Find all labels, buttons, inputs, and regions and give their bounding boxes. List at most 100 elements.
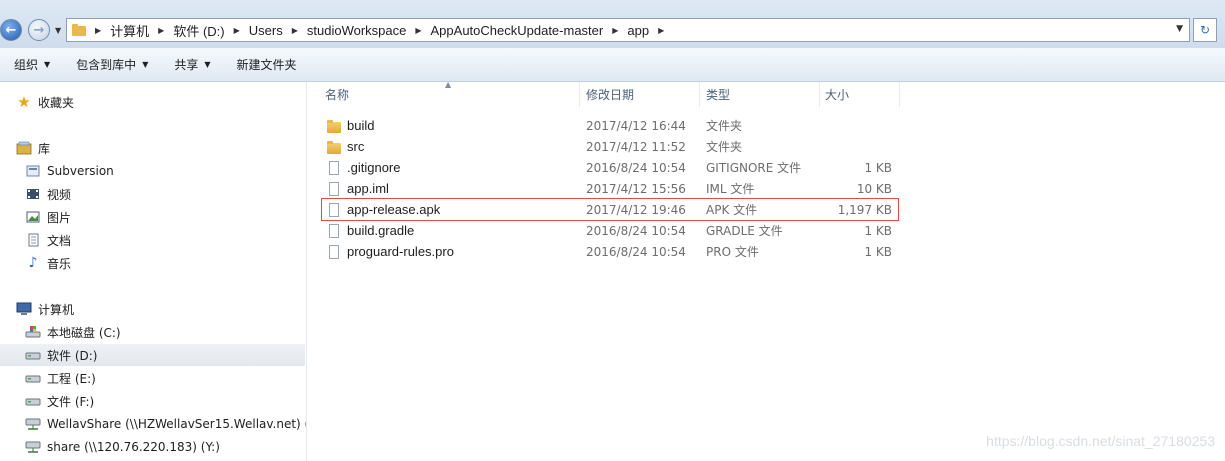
file-type: IML 文件 xyxy=(706,182,755,196)
file-name: build.gradle xyxy=(347,223,415,238)
file-name: .gitignore xyxy=(347,160,401,175)
nav-computer[interactable]: 计算机 xyxy=(16,298,74,320)
address-bar[interactable]: ▶ 计算机 ▶ 软件 (D:) ▶ Users ▶ studioWorkspac… xyxy=(66,18,1190,42)
file-size: 1 KB xyxy=(864,160,892,175)
folder-icon xyxy=(326,139,342,155)
new-folder-button[interactable]: 新建文件夹 xyxy=(224,48,310,81)
file-size: 1 KB xyxy=(864,223,892,238)
nav-network-drive-y[interactable]: share (\\120.76.220.183) (Y:) xyxy=(25,436,220,458)
share-button[interactable]: 共享 ▼ xyxy=(161,48,223,81)
column-header-name[interactable]: 名称 ▲ xyxy=(307,80,580,107)
column-header-date[interactable]: 修改日期 xyxy=(580,82,700,107)
chevron-right-icon[interactable]: ▶ xyxy=(158,26,164,35)
nav-lib-subversion-label: Subversion xyxy=(47,164,114,178)
nav-drive-c[interactable]: 本地磁盘 (C:) xyxy=(25,321,121,343)
nav-lib-documents[interactable]: 文档 xyxy=(25,229,71,251)
nav-drive-d[interactable]: 软件 (D:) xyxy=(0,344,305,366)
file-name: app.iml xyxy=(347,181,389,196)
drive-icon xyxy=(25,347,41,363)
nav-favorites-label: 收藏夹 xyxy=(38,95,75,110)
file-name-cell: proguard-rules.pro xyxy=(326,241,454,262)
navigation-pane: ★ 收藏夹 库 Subversion 视频 图片 文档 ♪ 音乐 计算机 本地磁… xyxy=(0,82,307,461)
file-row-build-gradle[interactable]: build.gradle 2016/8/24 10:54 GRADLE 文件 1… xyxy=(322,220,898,241)
breadcrumb-app[interactable]: app xyxy=(627,23,649,38)
document-icon xyxy=(25,232,41,248)
computer-icon xyxy=(16,301,32,317)
nav-lib-videos[interactable]: 视频 xyxy=(25,183,71,205)
breadcrumb-drive-d[interactable]: 软件 (D:) xyxy=(173,21,224,40)
address-history-dropdown[interactable]: ▼ xyxy=(1176,24,1183,34)
file-name: build xyxy=(347,118,375,133)
file-row-gitignore[interactable]: .gitignore 2016/8/24 10:54 GITIGNORE 文件 … xyxy=(322,157,898,178)
chevron-right-icon[interactable]: ▶ xyxy=(612,26,618,35)
nav-drive-e[interactable]: 工程 (E:) xyxy=(25,367,96,389)
chevron-right-icon[interactable]: ▶ xyxy=(95,26,101,35)
dropdown-arrow-icon: ▼ xyxy=(204,60,211,69)
file-row-app-release-apk[interactable]: app-release.apk 2017/4/12 19:46 APK 文件 1… xyxy=(321,198,899,221)
nav-lib-music-label: 音乐 xyxy=(47,256,72,271)
file-row-app-iml[interactable]: app.iml 2017/4/12 15:56 IML 文件 10 KB xyxy=(322,178,898,199)
file-name: proguard-rules.pro xyxy=(347,244,454,259)
breadcrumb-studioworkspace[interactable]: studioWorkspace xyxy=(307,23,406,38)
breadcrumb-project[interactable]: AppAutoCheckUpdate-master xyxy=(431,23,604,38)
chevron-right-icon[interactable]: ▶ xyxy=(658,26,664,35)
column-type-label: 类型 xyxy=(706,88,731,102)
chevron-right-icon[interactable]: ▶ xyxy=(292,26,298,35)
file-name-cell: build xyxy=(326,115,374,136)
file-date: 2016/8/24 10:54 xyxy=(586,244,686,259)
column-header-size[interactable]: 大小 xyxy=(820,82,900,107)
file-size: 10 KB xyxy=(856,181,892,196)
nav-libraries[interactable]: 库 xyxy=(16,137,50,159)
nav-drive-f-label: 文件 (F:) xyxy=(47,394,95,409)
chevron-right-icon[interactable]: ▶ xyxy=(234,26,240,35)
back-button[interactable]: ← xyxy=(0,19,22,41)
nav-drive-e-label: 工程 (E:) xyxy=(47,371,96,386)
network-drive-icon xyxy=(25,416,41,432)
nav-lib-subversion[interactable]: Subversion xyxy=(25,160,114,182)
music-icon: ♪ xyxy=(28,255,38,271)
file-size xyxy=(822,115,892,136)
folder-icon xyxy=(326,118,342,134)
organize-label: 组织 xyxy=(14,58,39,72)
include-in-library-button[interactable]: 包含到库中 ▼ xyxy=(63,48,161,81)
nav-lib-pictures[interactable]: 图片 xyxy=(25,206,71,228)
watermark: https://blog.csdn.net/sinat_27180253 xyxy=(986,433,1215,449)
nav-libraries-label: 库 xyxy=(38,141,51,156)
breadcrumb-computer[interactable]: 计算机 xyxy=(110,21,149,40)
dropdown-arrow-icon: ▼ xyxy=(142,60,149,69)
nav-lib-music[interactable]: ♪ 音乐 xyxy=(25,252,71,274)
refresh-icon: ↻ xyxy=(1199,23,1211,37)
drive-icon xyxy=(25,370,41,386)
file-size: 1 KB xyxy=(864,244,892,259)
arrow-right-icon: → xyxy=(33,22,45,38)
address-bar-row: ← → ▼ ▶ 计算机 ▶ 软件 (D:) ▶ Users ▶ studioWo… xyxy=(0,0,1225,48)
file-type: 文件夹 xyxy=(706,119,743,133)
organize-button[interactable]: 组织 ▼ xyxy=(0,48,63,81)
system-drive-icon xyxy=(25,324,41,340)
forward-button[interactable]: → xyxy=(28,19,50,41)
recent-pages-dropdown[interactable]: ▼ xyxy=(55,26,61,35)
nav-favorites[interactable]: ★ 收藏夹 xyxy=(16,91,74,113)
nav-network-drive-m[interactable]: WellavShare (\\HZWellavSer15.Wellav.net)… xyxy=(25,413,306,435)
breadcrumb-users[interactable]: Users xyxy=(249,23,283,38)
file-date: 2017/4/12 15:56 xyxy=(586,181,686,196)
file-row-proguard-rules[interactable]: proguard-rules.pro 2016/8/24 10:54 PRO 文… xyxy=(322,241,898,262)
file-row-build[interactable]: build 2017/4/12 16:44 文件夹 xyxy=(322,115,898,136)
chevron-right-icon[interactable]: ▶ xyxy=(415,26,421,35)
file-row-src[interactable]: src 2017/4/12 11:52 文件夹 xyxy=(322,136,898,157)
nav-lib-pictures-label: 图片 xyxy=(47,210,72,225)
refresh-button[interactable]: ↻ xyxy=(1193,18,1217,42)
file-icon xyxy=(326,181,342,197)
file-date: 2017/4/12 19:46 xyxy=(586,202,686,217)
file-name-cell: build.gradle xyxy=(326,220,414,241)
file-icon xyxy=(326,160,342,176)
nav-drive-d-label: 软件 (D:) xyxy=(47,348,98,363)
file-type: GRADLE 文件 xyxy=(706,224,783,238)
file-name: app-release.apk xyxy=(347,202,441,217)
nav-lib-documents-label: 文档 xyxy=(47,233,72,248)
arrow-left-icon: ← xyxy=(5,22,17,38)
nav-lib-videos-label: 视频 xyxy=(47,187,72,202)
share-label: 共享 xyxy=(174,58,199,72)
nav-drive-f[interactable]: 文件 (F:) xyxy=(25,390,94,412)
column-header-type[interactable]: 类型 xyxy=(700,82,820,107)
